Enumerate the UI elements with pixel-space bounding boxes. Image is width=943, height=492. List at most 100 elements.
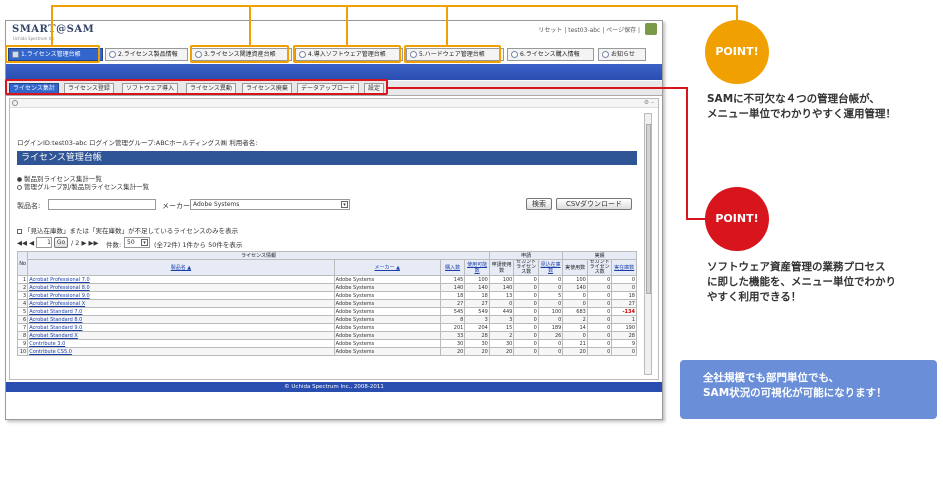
go-button[interactable]: Go <box>54 237 68 248</box>
search-button[interactable]: 検索 <box>526 198 552 210</box>
value-cell: 28 <box>611 331 637 340</box>
value-cell: 100 <box>562 275 588 284</box>
nav-tab-purchase-info[interactable]: 6.ライセンス購入情報 <box>507 48 594 61</box>
value-cell: 2 <box>488 331 515 340</box>
value-cell: 0 <box>586 315 613 324</box>
product-link[interactable]: Contribute 3.0 <box>27 339 335 348</box>
value-cell: 449 <box>488 307 515 316</box>
radio-group-summary[interactable]: 管理グループ別/製品別ライセンス集計一覧 <box>17 181 149 191</box>
nav-tab-product-info[interactable]: 2.ライセンス製品情報 <box>105 48 188 61</box>
scrollbar-thumb[interactable] <box>646 124 651 294</box>
product-link[interactable]: Acrobat Professional 8.0 <box>27 283 335 292</box>
product-link[interactable]: Acrobat Standard 9.0 <box>27 323 335 332</box>
value-cell: 30 <box>439 339 466 348</box>
maker-cell: Adobe Systems <box>333 299 441 308</box>
col-maker[interactable]: メーカー ▲ <box>333 259 441 276</box>
footer: © Uchida Spectrum Inc., 2008-2011 <box>6 382 662 392</box>
value-cell: 9 <box>611 339 637 348</box>
stage: SMART@SAM Uchida Spectrum Inc リセット | tes… <box>0 0 943 492</box>
app-logo-subtitle: Uchida Spectrum Inc <box>13 36 55 41</box>
product-link[interactable]: Acrobat Standard 8.0 <box>27 315 335 324</box>
table-row: 7 Acrobat Standard 9.0 Adobe Systems 201 204… <box>16 323 637 332</box>
maker-cell: Adobe Systems <box>333 283 441 292</box>
point-2-line: に即した機能を、メニュー単位でわかり <box>707 276 896 288</box>
tab-icon <box>511 51 518 58</box>
col-actual-stock[interactable]: 実在庫数 <box>611 259 637 276</box>
value-cell: 683 <box>562 307 588 316</box>
value-cell: 33 <box>439 331 466 340</box>
value-cell: 20 <box>562 347 588 356</box>
maker-label: メーカー: <box>162 202 193 210</box>
per-page-select[interactable]: 50 ▾ <box>124 237 150 248</box>
value-cell: 0 <box>586 339 613 348</box>
page-input[interactable]: 1 <box>36 237 52 248</box>
value-cell: 0 <box>586 291 613 300</box>
maker-select[interactable]: Adobe Systems ▾ <box>190 199 350 210</box>
value-cell: 0 <box>537 347 564 356</box>
csv-download-button[interactable]: CSVダウンロード <box>556 198 632 210</box>
value-cell: 145 <box>439 275 466 284</box>
col-product[interactable]: 製品名 ▲ <box>27 259 335 276</box>
row-number: 5 <box>16 307 29 316</box>
value-cell: 0 <box>513 315 539 324</box>
value-cell: 14 <box>562 323 588 332</box>
value-cell: 0 <box>611 283 637 292</box>
table-row: 1 Acrobat Professional 7.0 Adobe Systems 14… <box>16 275 637 284</box>
value-cell: 0 <box>513 347 539 356</box>
product-link[interactable]: Acrobat Standard 7.0 <box>27 307 335 316</box>
row-number: 4 <box>16 299 29 308</box>
col-expected-stock[interactable]: 見込在庫数 <box>537 259 564 276</box>
value-cell: 5 <box>537 291 564 300</box>
row-number: 2 <box>16 283 29 292</box>
value-cell: 20 <box>488 347 515 356</box>
nav-tab-news[interactable]: お知らせ <box>598 48 646 61</box>
chevron-down-icon: ▾ <box>341 201 348 208</box>
product-link[interactable]: Contribute CS5.0 <box>27 347 335 356</box>
point-1-line: メニュー単位でわかりやすく運用管理！ <box>707 108 896 120</box>
pagination-next[interactable]: / 2 ▶ ▶▶ <box>71 239 99 247</box>
shortage-filter-label: 「見込在庫数」または「実在庫数」が不足しているライセンスのみを表示 <box>24 227 239 235</box>
value-cell: 8 <box>439 315 466 324</box>
product-link[interactable]: Acrobat Professional X <box>27 299 335 308</box>
value-cell: 0 <box>513 331 539 340</box>
info-box: 全社規模でも部門単位でも、 SAM状況の可視化が可能になります！ <box>680 360 937 419</box>
value-cell: 27 <box>611 299 637 308</box>
shortage-filter[interactable]: 「見込在庫数」または「実在庫数」が不足しているライセンスのみを表示 <box>17 225 238 235</box>
pagination-prev[interactable]: ◀◀ ◀ <box>17 239 34 247</box>
product-link[interactable]: Acrobat Standard X <box>27 331 335 340</box>
value-cell: 140 <box>488 283 515 292</box>
value-cell: 18 <box>464 291 490 300</box>
value-cell: 0 <box>537 339 564 348</box>
connector-orange-5 <box>446 5 448 46</box>
tab-icon <box>109 51 116 58</box>
col-purchase[interactable]: 購入数 <box>439 259 466 276</box>
product-input[interactable] <box>48 199 156 210</box>
top-links[interactable]: リセット | test03-abc | ページ保存 | <box>538 25 640 34</box>
col-usable[interactable]: 使用可能数 <box>464 259 490 276</box>
point-2-line: ソフトウェア資産管理の業務プロセス <box>707 261 886 273</box>
connector-orange-4 <box>346 5 348 46</box>
nav-tab-label: お知らせ <box>611 51 635 58</box>
blue-band <box>6 64 662 80</box>
connector-orange-1 <box>51 5 53 46</box>
vertical-scrollbar[interactable] <box>644 113 652 375</box>
connector-red-horizontal <box>388 87 688 89</box>
col-apply-license: セカンドライセンス数 <box>513 259 539 276</box>
value-cell: 0 <box>586 275 613 284</box>
result-summary: (全72件) 1件から 50件を表示 <box>154 241 243 249</box>
value-cell: 0 <box>513 307 539 316</box>
pane-controls[interactable]: ⚙ – <box>644 99 654 106</box>
user-icon[interactable] <box>645 23 657 35</box>
checkbox-icon <box>17 228 22 234</box>
product-link[interactable]: Acrobat Professional 9.0 <box>27 291 335 300</box>
point-description-1: SAMに不可欠な４つの管理台帳が、 メニュー単位でわかりやすく運用管理！ <box>707 92 896 122</box>
product-link[interactable]: Acrobat Professional 7.0 <box>27 275 335 284</box>
pane-icon <box>12 100 18 106</box>
group-actual: 実績 <box>562 251 637 260</box>
pane-header: ⚙ – <box>10 99 658 108</box>
value-cell: 0 <box>586 347 613 356</box>
maker-cell: Adobe Systems <box>333 339 441 348</box>
table-row: 8 Acrobat Standard X Adobe Systems 33 28 2 0 26… <box>16 331 637 340</box>
value-cell: 1 <box>611 315 637 324</box>
page-title: ライセンス管理台帳 <box>17 151 637 165</box>
